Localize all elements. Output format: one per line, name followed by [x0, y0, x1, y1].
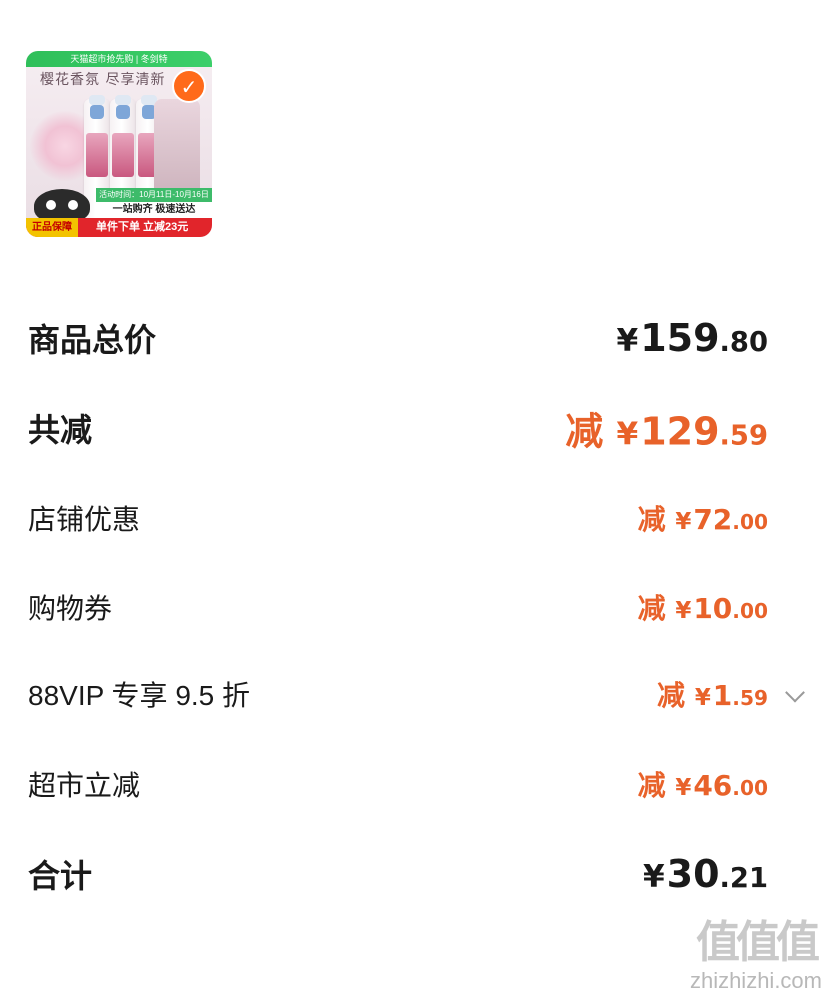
subtotal-amount: ¥159.80: [616, 316, 768, 360]
chevron-down-icon[interactable]: [785, 682, 805, 703]
subtotal-row: 商品总价 ¥159.80: [28, 308, 828, 368]
watermark: 值值值 zhizhizhi.com: [690, 918, 822, 994]
total-discount-row: 共减 减 ¥129.59: [28, 398, 828, 458]
total-amount: ¥30.21: [642, 852, 768, 896]
market-discount-row: 超市立减 减 ¥46.00: [28, 754, 828, 814]
product-thumbnail[interactable]: 天猫超市抢先购 | 冬剑特 樱花香氛 尽享清新 ✓ 活动时间：10月11日-10…: [26, 51, 212, 237]
coupon-label: 购物券: [28, 593, 113, 624]
total-label: 合计: [28, 858, 93, 894]
total-discount-amount: 减 ¥129.59: [565, 409, 768, 454]
subtotal-label: 商品总价: [28, 322, 157, 358]
coupon-amount: 减 ¥10.00: [637, 592, 768, 625]
coupon-row: 购物券 减 ¥10.00: [28, 577, 828, 637]
promo-bar: 正品保障 单件下单 立减23元: [26, 218, 212, 237]
total-discount-label: 共减: [28, 412, 93, 448]
shop-discount-amount: 减 ¥72.00: [637, 503, 768, 536]
activity-time-strip: 活动时间：10月11日-10月16日: [96, 188, 212, 202]
total-row: 合计 ¥30.21: [28, 844, 828, 904]
watermark-title: 值值值: [695, 918, 820, 967]
check-icon[interactable]: ✓: [172, 69, 206, 103]
product-top-banner: 天猫超市抢先购 | 冬剑特: [26, 51, 212, 67]
market-discount-amount: 减 ¥46.00: [637, 769, 768, 802]
vip-discount-row[interactable]: 88VIP 专享 9.5 折 减 ¥1.59: [28, 664, 828, 724]
watermark-url: zhizhizhi.com: [689, 968, 822, 993]
promo-text: 单件下单 立减23元: [96, 221, 189, 233]
delivery-banner: 一站购齐 极速送达: [96, 202, 212, 218]
authentic-badge: 正品保障: [26, 218, 78, 237]
vip-discount-label: 88VIP 专享 9.5 折: [28, 680, 251, 711]
shop-discount-label: 店铺优惠: [28, 504, 141, 535]
market-discount-label: 超市立减: [28, 770, 141, 801]
vip-discount-amount: 减 ¥1.59: [657, 679, 768, 712]
product-slogan: 樱花香氛 尽享清新: [40, 72, 166, 88]
shop-discount-row: 店铺优惠 减 ¥72.00: [28, 488, 828, 548]
